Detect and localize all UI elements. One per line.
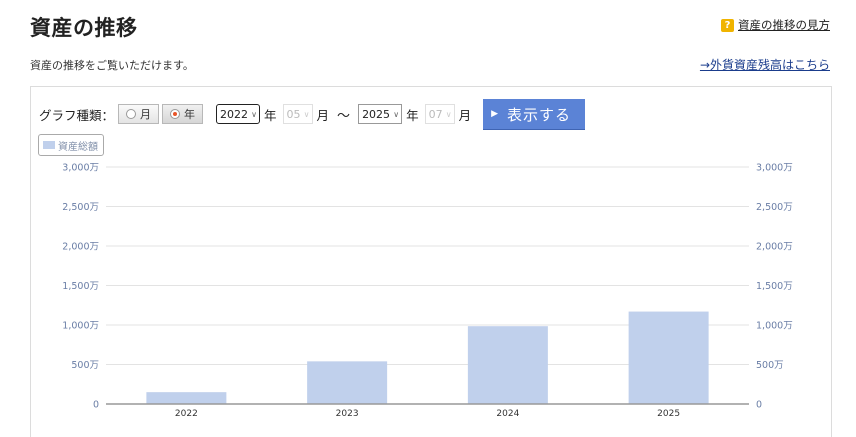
y-tick-label-left: 1,500万 bbox=[62, 281, 99, 292]
y-tick-label-left: 500万 bbox=[71, 360, 99, 371]
y-tick-label-right: 2,000万 bbox=[756, 242, 793, 253]
y-tick-label-left: 3,000万 bbox=[62, 163, 99, 174]
y-tick-label-right: 1,500万 bbox=[756, 281, 793, 292]
bar bbox=[467, 326, 548, 404]
foreign-assets-link[interactable]: →外貨資産残高はこちら bbox=[700, 56, 830, 73]
description-text: 資産の推移をご覧いただけます。 bbox=[30, 59, 194, 72]
y-tick-label-left: 0 bbox=[93, 400, 99, 411]
help-link[interactable]: ? 資産の推移の見方 bbox=[721, 17, 830, 33]
chart-panel: グラフ種類： 月 年 2022 ∨ 年 05 ∨ 月 ～ 2025 ∨ 年 07… bbox=[30, 86, 832, 437]
bar-chart: 0 0 500万 500万 1,000万 1,000万 1,500万 1,500万 2,000万… bbox=[62, 163, 793, 420]
x-tick-label: 2025 bbox=[657, 409, 680, 419]
x-tick-label: 2022 bbox=[175, 409, 198, 419]
y-tick-label-right: 1,000万 bbox=[756, 321, 793, 332]
y-tick-label-left: 1,000万 bbox=[62, 321, 99, 332]
page-title: 資産の推移 bbox=[30, 16, 138, 40]
x-tick-label: 2023 bbox=[336, 409, 359, 419]
help-link-text[interactable]: 資産の推移の見方 bbox=[738, 17, 830, 33]
y-tick-label-right: 0 bbox=[756, 400, 762, 411]
y-tick-label-right: 500万 bbox=[756, 360, 784, 371]
question-icon: ? bbox=[721, 18, 734, 32]
y-tick-label-left: 2,000万 bbox=[62, 242, 99, 253]
bar bbox=[628, 311, 709, 404]
y-tick-label-right: 2,500万 bbox=[756, 202, 793, 213]
bar bbox=[307, 361, 388, 404]
y-tick-label-left: 2,500万 bbox=[62, 202, 99, 213]
bar bbox=[146, 392, 227, 404]
y-tick-label-right: 3,000万 bbox=[756, 163, 793, 174]
x-tick-label: 2024 bbox=[496, 409, 519, 419]
